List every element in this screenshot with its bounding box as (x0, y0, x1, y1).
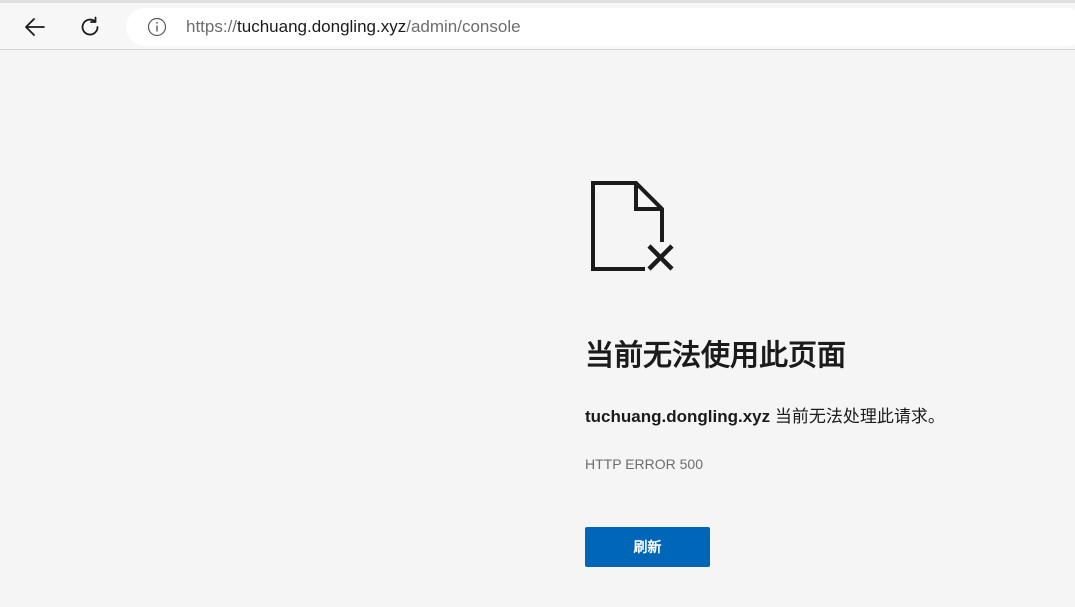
reload-button[interactable] (72, 10, 108, 44)
browser-toolbar: https://tuchuang.dongling.xyz/admin/cons… (0, 0, 1075, 50)
message-text: 当前无法处理此请求。 (770, 407, 945, 426)
reload-icon (81, 16, 99, 36)
info-icon[interactable] (147, 17, 167, 37)
error-message: tuchuang.dongling.xyz 当前无法处理此请求。 (585, 402, 945, 427)
error-code: HTTP ERROR 500 (585, 456, 703, 472)
refresh-button[interactable]: 刷新 (585, 527, 710, 567)
arrow-left-icon (25, 18, 45, 36)
document-error-icon (591, 181, 675, 272)
url-host: tuchuang.dongling.xyz (237, 17, 407, 36)
url-scheme: https:// (186, 17, 238, 36)
message-host: tuchuang.dongling.xyz (585, 407, 771, 426)
back-button[interactable] (17, 10, 53, 44)
url-text[interactable]: https://tuchuang.dongling.xyz/admin/cons… (186, 17, 521, 37)
page-title: 当前无法使用此页面 (585, 338, 847, 372)
address-bar[interactable]: https://tuchuang.dongling.xyz/admin/cons… (126, 8, 1075, 46)
url-path: /admin/console (406, 17, 521, 36)
